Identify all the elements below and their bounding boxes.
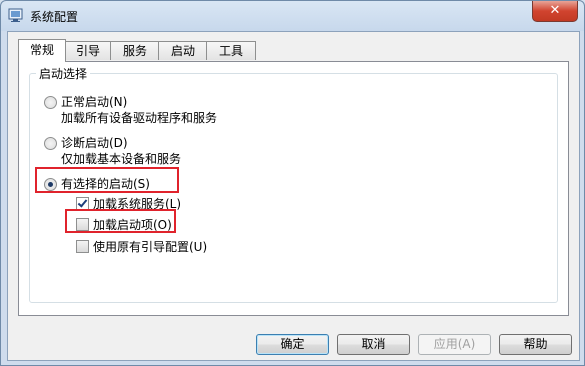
startup-selection-title: 启动选择 xyxy=(36,65,91,82)
apply-button[interactable]: 应用(A) xyxy=(418,334,491,355)
close-button[interactable]: ✕ xyxy=(532,1,578,22)
tab-startup[interactable]: 启动 xyxy=(158,41,208,60)
normal-startup-description: 加载所有设备驱动程序和服务 xyxy=(61,111,218,125)
load-startup-items-highlight xyxy=(65,209,176,233)
ok-button[interactable]: 确定 xyxy=(256,334,329,355)
help-button[interactable]: 帮助 xyxy=(499,334,572,355)
close-icon: ✕ xyxy=(549,3,561,18)
selective-startup-highlight xyxy=(35,167,179,193)
tab-tools[interactable]: 工具 xyxy=(206,41,256,60)
title-bar[interactable]: 系统配置 ✕ xyxy=(1,1,584,31)
tab-general[interactable]: 常规 xyxy=(18,39,66,62)
system-config-window: 系统配置 ✕ 常规 引导 服务 启动 工具 启动选择 正常启动(N) 加载所有设… xyxy=(0,0,585,366)
diagnostic-startup-label[interactable]: 诊断启动(D) xyxy=(61,134,128,151)
system-config-icon xyxy=(8,8,24,23)
dialog-body: 常规 引导 服务 启动 工具 启动选择 正常启动(N) 加载所有设备驱动程序和服… xyxy=(7,31,580,361)
diagnostic-startup-radio[interactable] xyxy=(44,137,57,150)
window-title: 系统配置 xyxy=(30,10,79,24)
use-original-boot-config-checkbox[interactable] xyxy=(76,240,89,253)
diagnostic-startup-description: 仅加载基本设备和服务 xyxy=(61,152,182,166)
cancel-button[interactable]: 取消 xyxy=(337,334,410,355)
use-original-boot-config-label[interactable]: 使用原有引导配置(U) xyxy=(93,238,207,255)
normal-startup-label[interactable]: 正常启动(N) xyxy=(61,93,127,110)
tab-services[interactable]: 服务 xyxy=(110,41,160,60)
general-tab-panel: 启动选择 正常启动(N) 加载所有设备驱动程序和服务 诊断启动(D) 仅加载基本… xyxy=(18,61,569,316)
tab-boot[interactable]: 引导 xyxy=(64,41,112,60)
normal-startup-radio[interactable] xyxy=(44,96,57,109)
